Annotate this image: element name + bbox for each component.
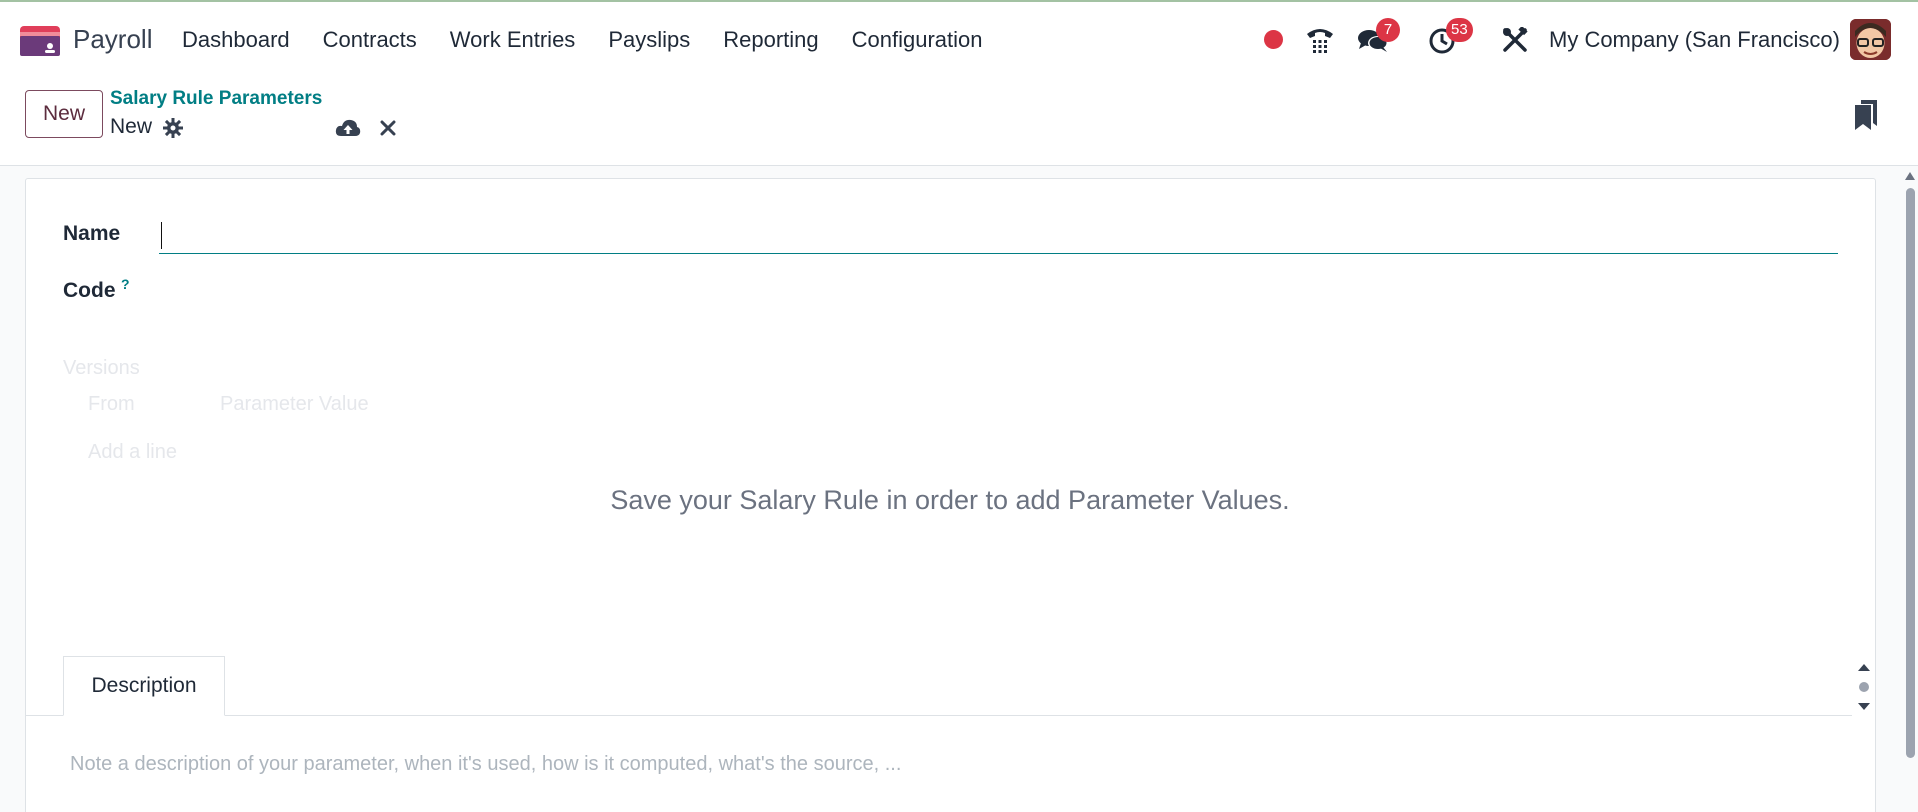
messages-badge: 7 <box>1376 18 1400 42</box>
menu-item-dashboard[interactable]: Dashboard <box>182 27 290 53</box>
column-header-from: From <box>88 393 135 415</box>
name-label: Name <box>63 222 121 245</box>
notebook-tabs-divider <box>25 715 1852 716</box>
page-scrollbar-thumb[interactable] <box>1906 188 1915 758</box>
menu-item-work-entries[interactable]: Work Entries <box>450 27 576 53</box>
menu-item-payslips[interactable]: Payslips <box>608 27 690 53</box>
activities-badge: 53 <box>1446 18 1473 42</box>
app-name[interactable]: Payroll <box>73 24 152 55</box>
user-avatar[interactable] <box>1850 19 1891 60</box>
name-input[interactable] <box>159 218 1838 254</box>
menu-item-reporting[interactable]: Reporting <box>723 27 818 53</box>
menu-item-contracts[interactable]: Contracts <box>323 27 417 53</box>
breadcrumb-current-record: New <box>110 115 153 138</box>
add-a-line-link: Add a line <box>88 441 177 463</box>
code-help-tooltip-icon[interactable]: ? <box>121 276 130 292</box>
control-panel: New Salary Rule Parameters New <box>0 78 1918 166</box>
cloud-upload-save-icon[interactable] <box>335 118 361 138</box>
versions-label: Versions <box>63 357 140 379</box>
menu-item-configuration[interactable]: Configuration <box>852 27 983 53</box>
code-label: Code <box>63 279 116 302</box>
recording-indicator-icon[interactable] <box>1264 30 1283 49</box>
phone-icon[interactable] <box>1305 26 1335 54</box>
tab-description[interactable]: Description <box>63 656 225 716</box>
save-to-add-values-helper: Save your Salary Rule in order to add Pa… <box>610 485 1290 515</box>
text-caret <box>161 222 162 249</box>
tab-scroll-arrows-icon[interactable] <box>1855 662 1873 712</box>
top-navbar: Payroll Dashboard Contracts Work Entries… <box>0 0 1918 78</box>
debug-tools-icon[interactable] <box>1502 27 1528 53</box>
bookmark-knowledge-icon[interactable] <box>1855 100 1877 130</box>
gear-icon[interactable] <box>163 118 183 138</box>
column-header-parameter-value: Parameter Value <box>220 393 369 415</box>
new-button[interactable]: New <box>25 90 103 138</box>
main-menu: Dashboard Contracts Work Entries Payslip… <box>182 27 1016 53</box>
payroll-app-icon[interactable] <box>20 26 60 56</box>
discard-close-icon[interactable] <box>380 120 396 136</box>
breadcrumb-salary-rule-parameters[interactable]: Salary Rule Parameters <box>110 88 322 110</box>
company-switcher[interactable]: My Company (San Francisco) <box>1549 27 1840 53</box>
scroll-up-arrow-icon[interactable] <box>1905 172 1915 180</box>
description-editor-placeholder[interactable]: Note a description of your parameter, wh… <box>70 753 901 776</box>
